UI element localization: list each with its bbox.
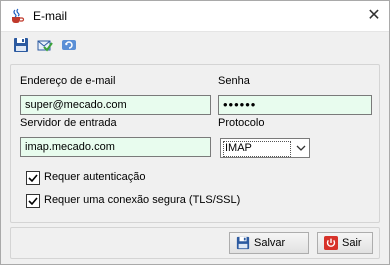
save-icon[interactable] [13, 37, 29, 53]
protocol-label: Protocolo [218, 117, 265, 129]
chevron-down-icon [296, 145, 306, 151]
window-title: E-mail [33, 9, 68, 23]
password-label: Senha [218, 75, 250, 87]
checkmark-icon [28, 197, 38, 206]
require-auth-checkbox[interactable] [26, 171, 40, 185]
server-field[interactable]: imap.mecado.com [20, 137, 211, 157]
close-button[interactable]: ✕ [359, 1, 389, 31]
require-secure-checkbox[interactable] [26, 194, 40, 208]
refresh-icon[interactable] [61, 37, 77, 53]
close-icon: ✕ [367, 7, 381, 24]
save-button[interactable]: Salvar [229, 232, 309, 254]
email-dialog: E-mail ✕ Endereço de e-mail super@mecado… [0, 0, 390, 265]
require-secure-label: Requer uma conexão segura (TLS/SSL) [44, 194, 241, 206]
email-label: Endereço de e-mail [20, 75, 116, 87]
email-field[interactable]: super@mecado.com [20, 95, 211, 115]
protocol-selected-value: IMAP [223, 141, 291, 157]
power-icon [324, 236, 338, 250]
check-mail-icon[interactable] [37, 37, 53, 53]
button-bar: Salvar Sair [10, 227, 380, 259]
protocol-select[interactable]: IMAP [220, 138, 310, 158]
checkmark-icon [28, 174, 38, 183]
java-cup-icon [12, 8, 25, 23]
title-bar: E-mail ✕ [1, 1, 389, 32]
settings-panel: Endereço de e-mail super@mecado.com Senh… [10, 64, 380, 223]
password-field[interactable]: •••••• [218, 95, 372, 115]
save-button-label: Salvar [254, 237, 286, 249]
server-label: Servidor de entrada [20, 117, 117, 129]
exit-button-label: Sair [342, 237, 362, 249]
save-icon [236, 236, 250, 250]
exit-button[interactable]: Sair [317, 232, 373, 254]
require-auth-label: Requer autenticação [44, 171, 146, 183]
